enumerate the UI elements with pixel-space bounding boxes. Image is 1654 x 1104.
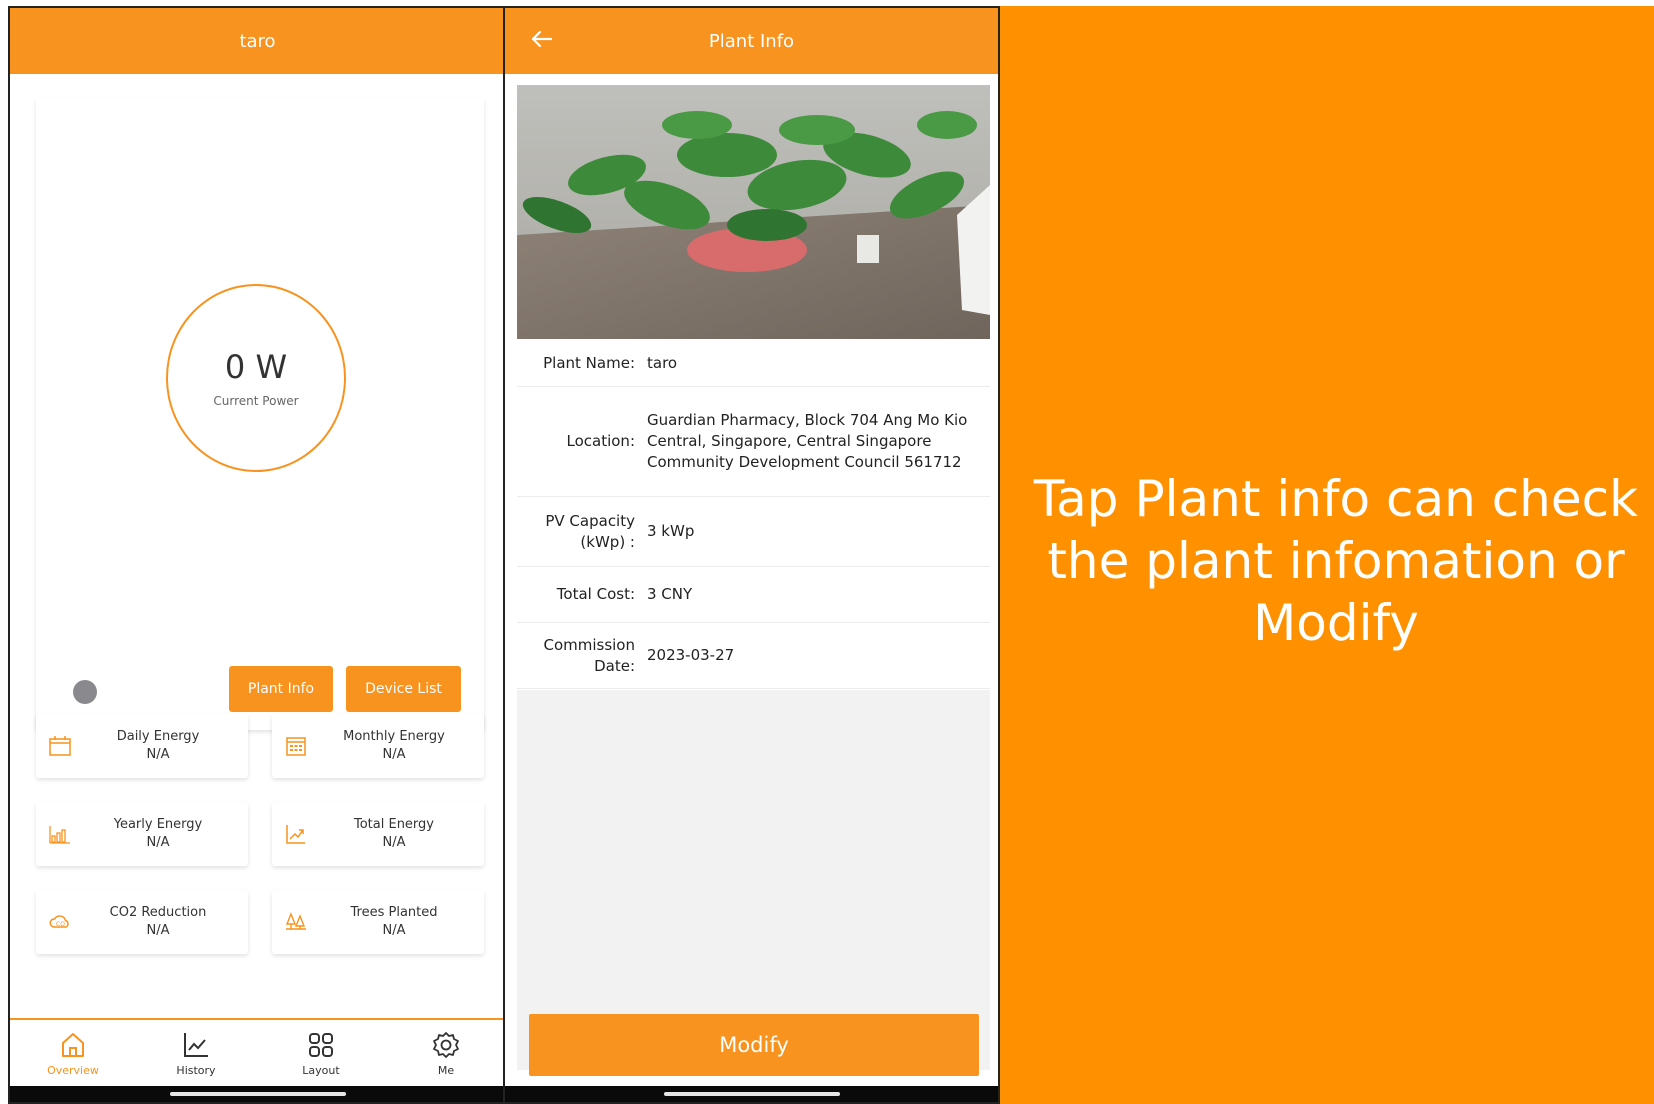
plant-name-value: taro bbox=[647, 354, 678, 372]
location-value: Guardian Pharmacy, Block 704 Ang Mo Kio … bbox=[647, 411, 968, 471]
stat-total-energy[interactable]: Total Energy N/A bbox=[272, 802, 484, 866]
stat-value: N/A bbox=[146, 747, 170, 762]
plant-info-list: Plant Name: taro Location: Guardian Phar… bbox=[517, 341, 990, 689]
back-arrow-icon[interactable] bbox=[529, 26, 555, 52]
home-indicator-bar bbox=[10, 1086, 505, 1102]
plant-name-row: Plant Name: taro bbox=[517, 341, 990, 387]
home-indicator[interactable] bbox=[663, 1092, 840, 1096]
current-power-card: 0 W Current Power Plant Info Device List bbox=[36, 98, 484, 730]
stat-yearly-energy[interactable]: Yearly Energy N/A bbox=[36, 802, 248, 866]
stat-label: Total Energy bbox=[353, 817, 434, 832]
trend-chart-icon bbox=[286, 825, 305, 844]
commission-date-value: 2023-03-27 bbox=[647, 646, 735, 664]
caption-text: Tap Plant info can check the plant infom… bbox=[1033, 470, 1639, 652]
pv-capacity-label: PV Capacity (kWp) : bbox=[545, 511, 635, 551]
calendar-icon bbox=[49, 736, 71, 756]
tab-history[interactable]: History bbox=[146, 1020, 246, 1094]
content-background bbox=[517, 690, 990, 1070]
total-cost-value: 3 CNY bbox=[647, 585, 693, 603]
page-title: taro bbox=[239, 30, 276, 52]
overview-screen: taro 0 W Current Power Plant Info Device… bbox=[8, 6, 505, 1104]
bottom-tab-bar: Overview History Layout Me bbox=[10, 1018, 505, 1092]
home-indicator-bar bbox=[505, 1086, 998, 1102]
caption-panel: Tap Plant info can check the plant infom… bbox=[1000, 6, 1654, 1104]
tab-label: History bbox=[176, 1064, 216, 1077]
total-cost-label: Total Cost: bbox=[556, 585, 635, 603]
modify-button[interactable]: Modify bbox=[529, 1014, 979, 1076]
current-power-label: Current Power bbox=[213, 394, 299, 408]
stat-co2-reduction[interactable]: CO CO2 Reduction N/A bbox=[36, 890, 248, 954]
tab-label: Layout bbox=[302, 1064, 340, 1077]
stat-value: N/A bbox=[382, 747, 406, 762]
stat-trees-planted[interactable]: Trees Planted N/A bbox=[272, 890, 484, 954]
calendar-grid-icon bbox=[286, 737, 306, 756]
stat-daily-energy[interactable]: Daily Energy N/A bbox=[36, 714, 248, 778]
current-power-value: 0 W bbox=[224, 348, 288, 386]
stat-label: Daily Energy bbox=[116, 729, 200, 744]
tab-label: Me bbox=[437, 1064, 455, 1077]
stat-monthly-energy[interactable]: Monthly Energy N/A bbox=[272, 714, 484, 778]
stat-value: N/A bbox=[382, 835, 406, 850]
trees-icon bbox=[285, 912, 306, 930]
total-cost-row: Total Cost: 3 CNY bbox=[517, 567, 990, 623]
bar-chart-icon bbox=[49, 826, 70, 844]
commission-date-row: Commission Date: 2023-03-27 bbox=[517, 623, 990, 689]
stat-label: Monthly Energy bbox=[343, 729, 445, 744]
location-row: Location: Guardian Pharmacy, Block 704 A… bbox=[517, 387, 990, 497]
gear-icon bbox=[433, 1032, 459, 1058]
svg-text:CO: CO bbox=[56, 921, 65, 928]
stat-label: Yearly Energy bbox=[113, 817, 203, 832]
status-dot bbox=[73, 680, 97, 704]
app-bar: Plant Info bbox=[505, 8, 998, 74]
stat-label: Trees Planted bbox=[350, 905, 438, 920]
power-ring: 0 W Current Power bbox=[166, 284, 346, 472]
co2-cloud-icon: CO bbox=[49, 915, 69, 928]
device-list-button[interactable]: Device List bbox=[346, 666, 461, 712]
line-chart-icon bbox=[184, 1033, 208, 1057]
stat-value: N/A bbox=[146, 835, 170, 850]
plant-name-label: Plant Name: bbox=[543, 354, 635, 372]
tutorial-slide: taro 0 W Current Power Plant Info Device… bbox=[0, 0, 1654, 1104]
commission-date-label: Commission Date: bbox=[543, 635, 635, 675]
plant-photo bbox=[517, 85, 990, 339]
grid-icon bbox=[309, 1033, 333, 1057]
tab-layout[interactable]: Layout bbox=[271, 1020, 371, 1094]
plant-info-screen: Plant Info Plant Name: taro Location: Gu… bbox=[503, 6, 1000, 1104]
pv-capacity-value: 3 kWp bbox=[647, 522, 695, 540]
location-label: Location: bbox=[566, 432, 636, 450]
page-title: Plant Info bbox=[708, 30, 795, 52]
tab-overview[interactable]: Overview bbox=[23, 1020, 123, 1094]
home-indicator[interactable] bbox=[169, 1092, 346, 1096]
tab-me[interactable]: Me bbox=[396, 1020, 496, 1094]
stat-label: CO2 Reduction bbox=[109, 905, 207, 920]
plant-photo-image bbox=[517, 85, 990, 339]
stat-value: N/A bbox=[146, 923, 170, 938]
tab-label: Overview bbox=[47, 1064, 99, 1077]
home-icon bbox=[62, 1033, 84, 1057]
app-bar: taro bbox=[10, 8, 505, 74]
stat-value: N/A bbox=[382, 923, 406, 938]
pv-capacity-row: PV Capacity (kWp) : 3 kWp bbox=[517, 497, 990, 567]
plant-info-button[interactable]: Plant Info bbox=[229, 666, 333, 712]
